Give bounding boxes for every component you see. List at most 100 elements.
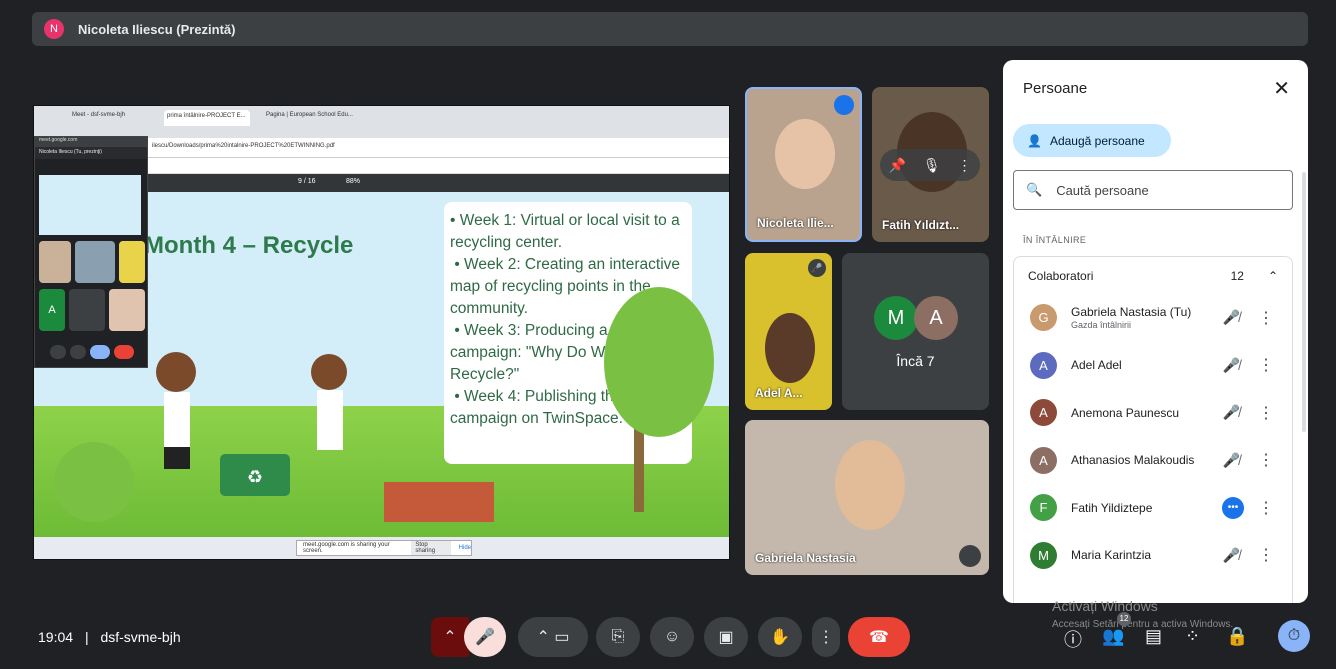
shared-screen: Meet - dsf-svme-bjh prima întâlnire-PROJ…	[33, 105, 730, 560]
people-panel: Persoane ✕ 👤 Adaugă persoane 🔍 Caută per…	[1003, 60, 1308, 603]
participant-name-block: Fatih Yildiztepe	[1071, 501, 1152, 515]
more-options-icon[interactable]: ⋮	[812, 617, 840, 657]
participant-row[interactable]: A Athanasios Malakoudis 🎤̸ ⋮	[1014, 437, 1292, 485]
add-people-label: Adaugă persoane	[1049, 133, 1145, 148]
mic-off-icon[interactable]: 🎤̸	[1223, 452, 1240, 469]
mini-camera-button[interactable]	[70, 345, 86, 359]
add-person-icon: 👤	[1027, 133, 1042, 148]
more-icon[interactable]: ⋮	[1258, 403, 1274, 423]
more-icon[interactable]: ⋮	[958, 157, 972, 174]
camera-button[interactable]: ⌃ ▭	[518, 617, 588, 657]
collaborators-group[interactable]: Colaboratori 12 ⌃	[1013, 256, 1293, 294]
participant-name-block: Anemona Paunescu	[1071, 406, 1179, 420]
avatar: A	[1030, 446, 1057, 474]
more-participants-label: Încă 7	[896, 353, 935, 369]
chevron-up-icon[interactable]: ⌃	[1268, 269, 1278, 283]
tile-controls: 📌 🎙 ⋮	[880, 149, 980, 181]
tile-label: Nicoleta Ilie...	[757, 216, 834, 230]
leave-call-button[interactable]: ☎	[848, 617, 910, 657]
video-tile-nicoleta[interactable]: Nicoleta Ilie...	[745, 87, 862, 242]
mini-controls	[39, 342, 145, 362]
video-tile-more[interactable]: M A Încă 7	[842, 253, 989, 410]
presenter-label: Nicoleta Iliescu (Prezintă)	[78, 21, 236, 37]
video-tile-adel[interactable]: 🎤 Adel A...	[745, 253, 832, 410]
participant-name-block: Adel Adel	[1071, 358, 1122, 372]
more-icon[interactable]: ⋮	[1258, 498, 1274, 518]
captions-icon[interactable]: ▣	[704, 617, 748, 657]
timer-icon[interactable]: ⏱	[1278, 620, 1310, 652]
avatar: A	[914, 296, 958, 340]
more-icon[interactable]: ⋮	[1258, 355, 1274, 375]
participant-row[interactable]: G Gabriela Nastasia (Tu) Gazda întâlnirii 🎤…	[1014, 294, 1292, 342]
search-people-input[interactable]: 🔍 Caută persoane	[1013, 170, 1293, 210]
mini-tile	[39, 241, 71, 283]
participant-name: Gabriela Nastasia (Tu)	[1071, 305, 1192, 320]
pdf-zoom[interactable]: 88%	[346, 178, 360, 185]
mini-leave-button[interactable]	[114, 345, 134, 359]
browser-tab-active[interactable]: prima întâlnire-PROJECT E...	[164, 110, 250, 126]
mic-muted-button[interactable]: 🎤	[464, 617, 506, 657]
pdf-page-indicator[interactable]: 9 / 16	[298, 178, 316, 185]
stop-sharing-button[interactable]: Stop sharing	[411, 541, 451, 555]
meeting-info: 19:04 | dsf-svme-bjh	[38, 629, 181, 645]
participant-face	[775, 119, 835, 189]
hide-button[interactable]: Hide	[459, 545, 471, 551]
meet-window: N Nicoleta Iliescu (Prezintă) Meet - dsf…	[0, 0, 1336, 669]
participant-row[interactable]: F Fatih Yildiztepe ••• ⋮	[1014, 484, 1292, 532]
mini-title: meet.google.com	[35, 137, 147, 147]
add-people-button[interactable]: 👤 Adaugă persoane	[1013, 124, 1171, 157]
mic-off-icon[interactable]: 🎤̸	[1223, 309, 1240, 326]
avatar: A	[1030, 399, 1057, 427]
mini-mic-button[interactable]	[50, 345, 66, 359]
activities-icon[interactable]: ⁘	[1185, 626, 1200, 647]
more-icon[interactable]: ⋮	[1258, 450, 1274, 470]
emoji-icon[interactable]: ☺	[650, 617, 694, 657]
mic-off-icon[interactable]: 🎤̸	[1223, 404, 1240, 421]
mic-off-icon[interactable]: 🎤̸	[1223, 547, 1240, 564]
search-placeholder: Caută persoane	[1056, 182, 1149, 198]
search-icon: 🔍	[1026, 182, 1043, 197]
separator: |	[84, 629, 89, 645]
presenter-avatar: N	[44, 19, 64, 39]
host-controls-icon[interactable]: 🔒	[1226, 626, 1248, 647]
people-icon[interactable]: 👥	[1102, 626, 1124, 647]
info-icon[interactable]: ⓘ	[1064, 626, 1082, 652]
chat-icon[interactable]: ▤	[1145, 626, 1162, 647]
avatar: A	[1030, 351, 1057, 379]
more-icon[interactable]: ⋮	[1258, 308, 1274, 328]
mic-off-icon[interactable]: 🎤̸	[1223, 357, 1240, 374]
bottom-toolbar: 19:04 | dsf-svme-bjh ⌃ 🎤 ⌃ ▭ ⎘ ☺ ▣ ✋ ⋮ ☎…	[0, 612, 1336, 669]
tile-label: Gabriela Nastasia	[755, 551, 856, 565]
participant-role: Gazda întâlnirii	[1071, 320, 1132, 331]
mini-avatar-tile: A	[39, 289, 65, 331]
browser-tab[interactable]: Pagina | European School Edu...	[266, 112, 356, 126]
pin-icon[interactable]: 📌	[888, 157, 905, 174]
share-notice-bar: meet.google.com is sharing your screen. …	[34, 537, 729, 559]
mini-presenter: Nicoleta Iliescu (Tu, prezinţi)	[35, 147, 147, 159]
panel-title: Persoane	[1023, 80, 1088, 97]
scrollbar[interactable]	[1302, 172, 1306, 432]
participants-list: G Gabriela Nastasia (Tu) Gazda întâlnirii 🎤…	[1013, 294, 1293, 603]
mini-present-button[interactable]	[90, 345, 110, 359]
participant-row[interactable]: A Anemona Paunescu 🎤̸ ⋮	[1014, 389, 1292, 437]
video-tile-fatih[interactable]: 📌 🎙 ⋮ Fatih Yıldızt...	[872, 87, 989, 242]
mini-tile	[69, 289, 105, 331]
svg-text:♻: ♻	[247, 467, 263, 487]
participant-row[interactable]: M Maria Karintzia 🎤̸ ⋮	[1014, 532, 1292, 580]
mini-meet-window: meet.google.com Nicoleta Iliescu (Tu, pr…	[34, 136, 148, 368]
mic-icon[interactable]: 🎙	[923, 157, 941, 174]
effects-icon[interactable]	[959, 545, 981, 567]
muted-icon: 🎤	[808, 259, 826, 277]
browser-tab[interactable]: Meet - dsf-svme-bjh	[72, 112, 140, 126]
close-icon[interactable]: ✕	[1273, 76, 1290, 101]
raise-hand-icon[interactable]: ✋	[758, 617, 802, 657]
mini-tile	[119, 241, 145, 283]
tile-label: Fatih Yıldızt...	[882, 218, 960, 232]
participant-row[interactable]: A Adel Adel 🎤̸ ⋮	[1014, 342, 1292, 390]
present-icon[interactable]: ⎘	[596, 617, 640, 657]
participant-face	[835, 440, 905, 530]
speaking-icon	[834, 95, 854, 115]
speaking-indicator-icon: •••	[1222, 496, 1244, 519]
video-tile-gabriela[interactable]: Gabriela Nastasia	[745, 420, 989, 575]
more-icon[interactable]: ⋮	[1258, 545, 1274, 565]
